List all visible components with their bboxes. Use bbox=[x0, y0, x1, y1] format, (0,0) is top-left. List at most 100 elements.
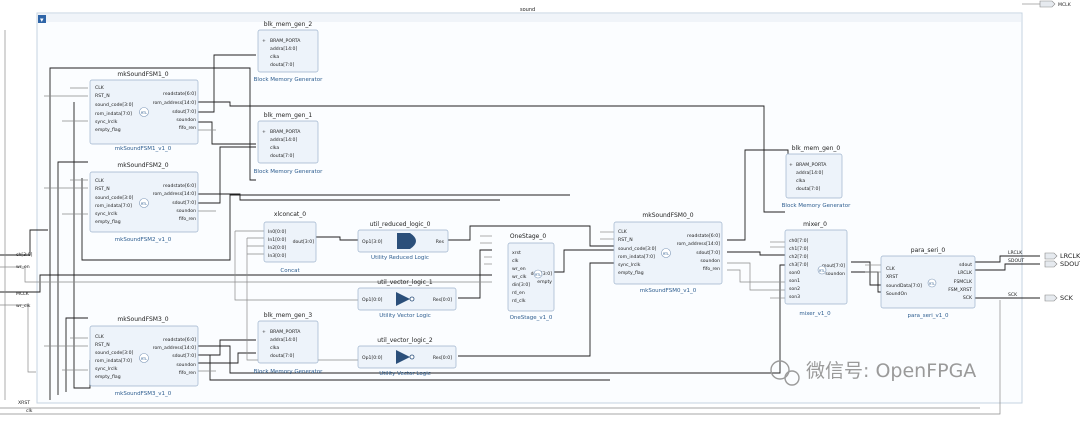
svg-text:addra[14:0]: addra[14:0] bbox=[270, 337, 297, 343]
svg-text:ch1[7:0]: ch1[7:0] bbox=[789, 246, 809, 252]
svg-text:rom_address[14:0]: rom_address[14:0] bbox=[153, 100, 197, 106]
plus-icon[interactable]: + bbox=[262, 38, 266, 44]
fsm3-block[interactable]: mkSoundFSM3_0 CLK RST_N sound_code[3:0] … bbox=[89, 316, 199, 397]
fsm3-type: mkSoundFSM3_v1_0 bbox=[115, 391, 172, 397]
fsm0-block[interactable]: mkSoundFSM0_0 CLK RST_N sound_code[3:0] … bbox=[613, 212, 723, 294]
svg-text:Op1[3:0]: Op1[3:0] bbox=[362, 239, 383, 245]
plus-icon[interactable]: + bbox=[262, 329, 266, 335]
svg-text:CLK: CLK bbox=[95, 178, 105, 184]
port-sdout-inner: SDOUT bbox=[1008, 258, 1024, 264]
svg-text:readstate[6:0]: readstate[6:0] bbox=[163, 91, 196, 97]
port-ch[interactable]: ch[3:0] bbox=[16, 252, 33, 258]
svg-text:readstate[6:0]: readstate[6:0] bbox=[163, 337, 196, 343]
svg-text:rom_indata[7:0]: rom_indata[7:0] bbox=[95, 203, 132, 209]
svg-text:sdout[7:0]: sdout[7:0] bbox=[172, 109, 196, 115]
fsm1-block[interactable]: mkSoundFSM1_0 CLK RST_N sound_code[3:0] … bbox=[89, 71, 199, 152]
svg-text:addra[14:0]: addra[14:0] bbox=[796, 170, 823, 176]
port-lrclk[interactable]: LRCLK bbox=[1060, 252, 1080, 260]
svg-text:util_vector_logic_2: util_vector_logic_2 bbox=[377, 337, 433, 344]
svg-text:RTL: RTL bbox=[141, 357, 147, 361]
top-port-mclk: MCLK bbox=[1058, 2, 1072, 8]
svg-text:CLK: CLK bbox=[95, 85, 105, 91]
port-xrst[interactable]: XRST bbox=[18, 400, 30, 406]
svg-text:BRAM_PORTA: BRAM_PORTA bbox=[270, 38, 301, 44]
svg-text:FSMCLK: FSMCLK bbox=[954, 279, 973, 285]
svg-text:sync_lrclk: sync_lrclk bbox=[95, 119, 118, 125]
svg-text:para_seri_v1_0: para_seri_v1_0 bbox=[907, 313, 949, 319]
svg-text:BRAM_PORTA: BRAM_PORTA bbox=[270, 129, 301, 135]
fsm0-type: mkSoundFSM0_v1_0 bbox=[640, 288, 697, 294]
mixer-block[interactable]: mixer_0 ch0[7:0] ch1[7:0] ch2[7:0] ch3[7… bbox=[784, 221, 848, 317]
port-wr-clk[interactable]: wr_clk bbox=[16, 303, 31, 309]
svg-text:douta[7:0]: douta[7:0] bbox=[796, 186, 820, 192]
svg-text:RTL: RTL bbox=[141, 202, 147, 206]
para-seri-block[interactable]: para_seri_0 CLK XRST soundData[7:0] Soun… bbox=[880, 247, 976, 319]
svg-text:sdout[7:0]: sdout[7:0] bbox=[696, 250, 720, 256]
svg-text:fifo_ren: fifo_ren bbox=[179, 216, 196, 222]
onestage-block[interactable]: OneStage_0 xrst clk wr_en wr_clk din[3:0… bbox=[507, 233, 555, 321]
svg-text:rom_address[14:0]: rom_address[14:0] bbox=[153, 191, 197, 197]
svg-text:Block Memory Generator: Block Memory Generator bbox=[254, 77, 323, 83]
port-sdout[interactable]: SDOUT bbox=[1060, 260, 1080, 268]
bram3-name: blk_mem_gen_3 bbox=[264, 312, 313, 319]
svg-text:Res[0:0]: Res[0:0] bbox=[433, 297, 452, 303]
svg-text:Block Memory Generator: Block Memory Generator bbox=[254, 369, 323, 375]
svg-text:wr_clk: wr_clk bbox=[512, 274, 527, 280]
svg-text:rom_indata[7:0]: rom_indata[7:0] bbox=[95, 111, 132, 117]
svg-text:xlconcat_0: xlconcat_0 bbox=[274, 211, 306, 218]
svg-text:din[3:0]: din[3:0] bbox=[512, 282, 530, 288]
svg-text:fifo_ren: fifo_ren bbox=[703, 266, 720, 272]
svg-text:empty: empty bbox=[537, 279, 552, 285]
plus-icon[interactable]: + bbox=[789, 162, 793, 168]
svg-text:Utility Vector Logic: Utility Vector Logic bbox=[379, 313, 431, 319]
bram0-name: blk_mem_gen_0 bbox=[792, 145, 841, 152]
port-sck[interactable]: SCK bbox=[1060, 294, 1074, 302]
left-ports: ch[3:0] wr_en MCLK wr_clk XRST clk bbox=[16, 252, 33, 414]
svg-text:XRST: XRST bbox=[886, 274, 898, 280]
svg-text:xrst: xrst bbox=[512, 250, 521, 256]
svg-text:FSM_XRST: FSM_XRST bbox=[948, 287, 972, 293]
svg-text:empty_flag: empty_flag bbox=[95, 374, 121, 380]
port-mclk[interactable]: MCLK bbox=[16, 291, 30, 297]
plus-icon[interactable]: + bbox=[262, 129, 266, 135]
svg-text:In1[0:0]: In1[0:0] bbox=[268, 237, 286, 243]
svg-text:CLK: CLK bbox=[618, 229, 628, 235]
watermark-text: 微信号: OpenFPGA bbox=[806, 360, 976, 382]
svg-text:Res: Res bbox=[436, 239, 445, 245]
svg-text:SCK: SCK bbox=[963, 295, 973, 301]
svg-text:readstate[6:0]: readstate[6:0] bbox=[687, 233, 720, 239]
svg-text:dout[3:0]: dout[3:0] bbox=[293, 239, 315, 245]
port-wr-en[interactable]: wr_en bbox=[16, 264, 30, 270]
fsm3-name: mkSoundFSM3_0 bbox=[117, 316, 168, 323]
svg-text:ch0[7:0]: ch0[7:0] bbox=[789, 238, 809, 244]
port-clk[interactable]: clk bbox=[26, 408, 33, 414]
svg-text:mixer_v1_0: mixer_v1_0 bbox=[799, 311, 831, 317]
svg-text:son3: son3 bbox=[789, 294, 800, 300]
port-arrow-icon bbox=[1044, 252, 1058, 260]
svg-text:para_seri_0: para_seri_0 bbox=[911, 247, 946, 254]
svg-text:RTL: RTL bbox=[535, 273, 541, 277]
fsm0-name: mkSoundFSM0_0 bbox=[642, 212, 693, 219]
svg-text:RTL: RTL bbox=[929, 282, 935, 286]
hierarchy-title: sound bbox=[520, 7, 535, 13]
svg-text:OneStage_v1_0: OneStage_v1_0 bbox=[510, 315, 553, 321]
svg-text:soundon: soundon bbox=[176, 117, 196, 123]
svg-text:fifo_ren: fifo_ren bbox=[179, 125, 196, 131]
svg-text:addra[14:0]: addra[14:0] bbox=[270, 137, 297, 143]
svg-text:RTL: RTL bbox=[663, 252, 669, 256]
fsm2-block[interactable]: mkSoundFSM2_0 CLK RST_N sound_code[3:0] … bbox=[89, 162, 199, 243]
svg-text:wr_en: wr_en bbox=[512, 266, 526, 272]
svg-text:clka: clka bbox=[270, 54, 279, 60]
svg-text:Op1[0:0]: Op1[0:0] bbox=[362, 355, 383, 361]
svg-text:RST_N: RST_N bbox=[95, 342, 110, 348]
svg-text:rom_indata[7:0]: rom_indata[7:0] bbox=[618, 254, 655, 260]
svg-text:util_reduced_logic_0: util_reduced_logic_0 bbox=[370, 221, 431, 228]
svg-text:Utility Reduced Logic: Utility Reduced Logic bbox=[371, 255, 429, 261]
svg-text:Res[0:0]: Res[0:0] bbox=[433, 355, 452, 361]
svg-text:clk: clk bbox=[512, 258, 519, 264]
svg-text:sync_lrclk: sync_lrclk bbox=[95, 211, 118, 217]
fsm2-type: mkSoundFSM2_v1_0 bbox=[115, 237, 172, 243]
svg-text:rom_address[14:0]: rom_address[14:0] bbox=[153, 345, 197, 351]
svg-text:readstate[6:0]: readstate[6:0] bbox=[163, 183, 196, 189]
svg-text:Utility Vector Logic: Utility Vector Logic bbox=[379, 371, 431, 377]
